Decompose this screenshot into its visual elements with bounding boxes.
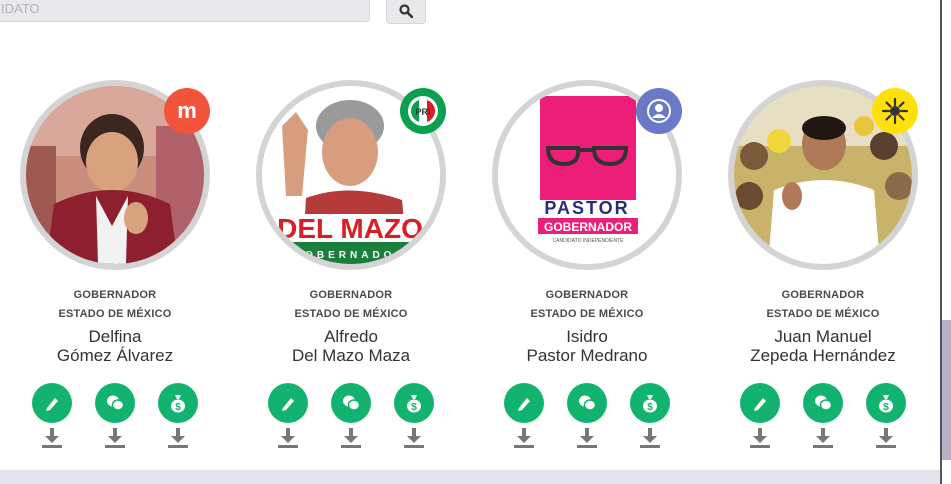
candidate-first-name: Isidro (566, 327, 608, 346)
candidate-role: GOBERNADOR (73, 289, 157, 301)
interviews-button[interactable] (567, 383, 607, 423)
banner-subtext: GOBERNADOR (293, 250, 406, 261)
download-icon[interactable] (167, 428, 189, 448)
proposals-button[interactable] (32, 383, 72, 423)
finances-button[interactable]: $ (394, 383, 434, 423)
money-bag-icon: $ (407, 395, 421, 413)
search-button[interactable] (386, 0, 426, 24)
candidate-last-name: Zepeda Hernández (750, 346, 896, 365)
banner-text: DEL MAZO (277, 213, 423, 244)
candidate-role: GOBERNADOR (781, 289, 865, 301)
download-icon[interactable] (340, 428, 362, 448)
candidate-state: ESTADO DE MÉXICO (58, 308, 172, 320)
proposals-button[interactable] (740, 383, 780, 423)
morena-logo: m (164, 88, 210, 134)
chat-bubbles-icon (815, 395, 833, 411)
download-icon[interactable] (41, 428, 63, 448)
download-icon[interactable] (812, 428, 834, 448)
candidate-first-name: Delfina (88, 327, 142, 346)
candidate-role: GOBERNADOR (545, 289, 629, 301)
candidate-last-name: Gómez Álvarez (56, 346, 174, 365)
download-icon[interactable] (104, 428, 126, 448)
chat-bubbles-icon (343, 395, 361, 411)
pri-logo: PRI (400, 88, 446, 134)
page-footer-band (0, 470, 940, 484)
download-icon[interactable] (639, 428, 661, 448)
candidate-state: ESTADO DE MÉXICO (766, 308, 880, 320)
background-window (942, 320, 951, 460)
candidate-first-name: Alfredo (324, 327, 378, 346)
chat-bubbles-icon (107, 395, 125, 411)
money-bag-icon: $ (879, 395, 893, 413)
candidate-card: DEL MAZO GOBERNADOR PRI GOBERNADOR ESTAD… (233, 80, 469, 448)
candidate-last-name: Pastor Medrano (526, 346, 648, 365)
poster-subtitle: GOBERNADOR (544, 220, 632, 234)
candidate-card: GOBERNADOR ESTADO DE MÉXICO Juan Manuel … (705, 80, 941, 448)
poster-title: PASTOR (544, 198, 629, 218)
pen-icon (282, 398, 294, 411)
candidates-panel: IDATO m GOBERNADOR ESTADO DE MÉXICO Delf… (0, 0, 940, 470)
candidate-first-name: Juan Manuel (774, 327, 872, 346)
chat-bubbles-icon (579, 395, 597, 411)
finances-button[interactable]: $ (158, 383, 198, 423)
finances-button[interactable]: $ (630, 383, 670, 423)
candidate-role: GOBERNADOR (309, 289, 393, 301)
download-icon[interactable] (875, 428, 897, 448)
money-bag-icon: $ (171, 395, 185, 413)
interviews-button[interactable] (331, 383, 371, 423)
candidate-state: ESTADO DE MÉXICO (294, 308, 408, 320)
download-icon[interactable] (749, 428, 771, 448)
candidate-card: m GOBERNADOR ESTADO DE MÉXICO Delfina Gó… (0, 80, 233, 448)
search-input[interactable]: IDATO (0, 0, 370, 22)
download-icon[interactable] (403, 428, 425, 448)
svg-text:$: $ (647, 402, 653, 413)
svg-text:$: $ (175, 402, 181, 413)
download-icon[interactable] (277, 428, 299, 448)
pen-icon (754, 398, 766, 411)
independent-logo (636, 88, 682, 134)
proposals-button[interactable] (504, 383, 544, 423)
money-bag-icon: $ (643, 395, 657, 413)
proposals-button[interactable] (268, 383, 308, 423)
party-letter: m (177, 98, 197, 123)
search-icon (399, 4, 413, 18)
finances-button[interactable]: $ (866, 383, 906, 423)
window-edge (940, 0, 951, 484)
download-icon[interactable] (513, 428, 535, 448)
candidate-state: ESTADO DE MÉXICO (530, 308, 644, 320)
candidate-card: PASTOR GOBERNADOR CANDIDATO INDEPENDIENT… (469, 80, 705, 448)
interviews-button[interactable] (803, 383, 843, 423)
pen-icon (518, 398, 530, 411)
poster-small-text: CANDIDATO INDEPENDIENTE (553, 238, 625, 244)
candidate-last-name: Del Mazo Maza (291, 346, 411, 365)
pen-icon (46, 398, 58, 411)
party-letter: PRI (415, 107, 430, 117)
download-icon[interactable] (576, 428, 598, 448)
interviews-button[interactable] (95, 383, 135, 423)
prd-logo (872, 88, 918, 134)
svg-text:$: $ (411, 402, 417, 413)
svg-text:$: $ (883, 402, 889, 413)
